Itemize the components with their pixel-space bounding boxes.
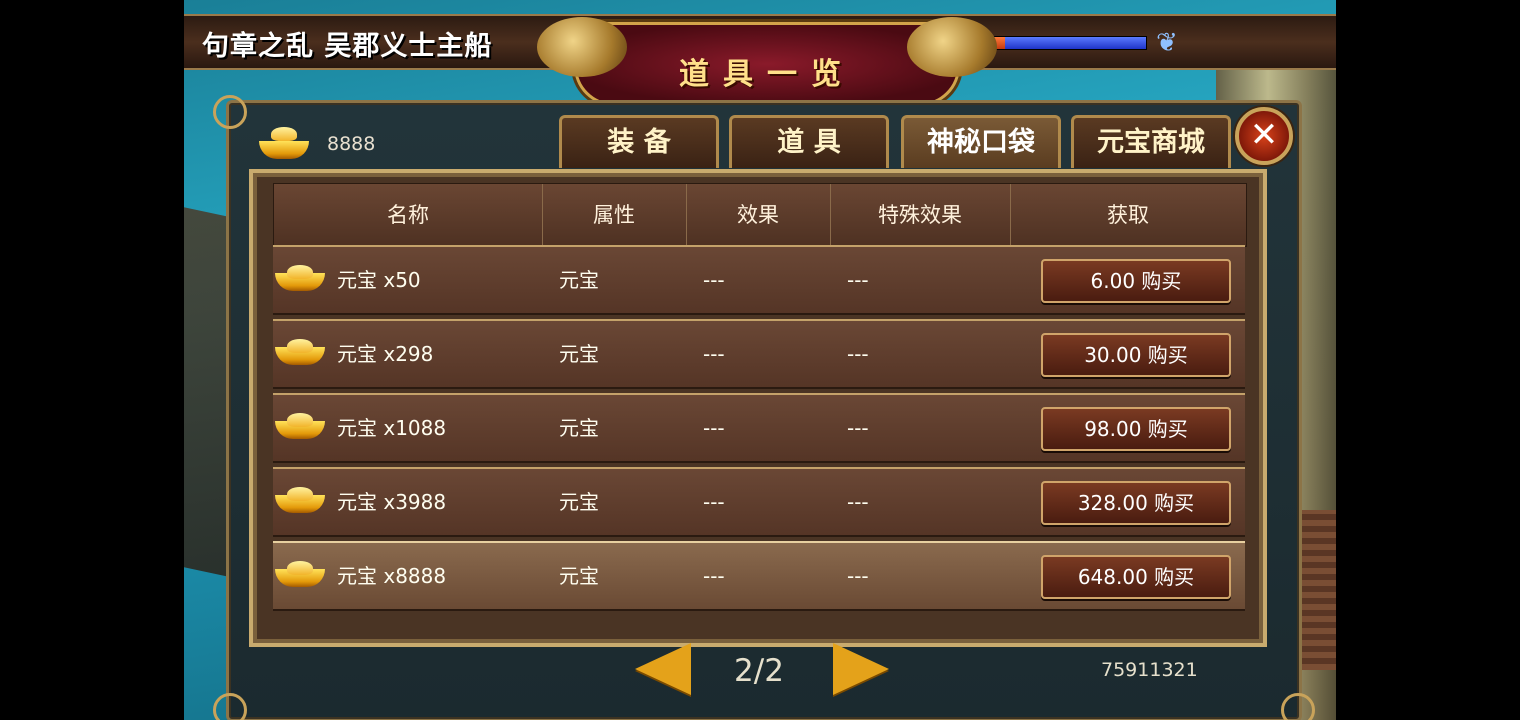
close-icon: ✕ <box>1249 115 1279 155</box>
item-effect: --- <box>703 564 725 588</box>
item-name: 元宝 x3988 <box>337 490 447 514</box>
table-row[interactable]: 元宝 x8888 元宝 --- --- 648.00 购买 <box>273 541 1245 611</box>
item-special-effect: --- <box>847 268 869 292</box>
title-plaque: 道具一览 <box>537 17 997 106</box>
close-button[interactable]: ✕ <box>1235 107 1293 165</box>
buy-button[interactable]: 30.00 购买 <box>1041 333 1231 377</box>
item-effect: --- <box>703 342 725 366</box>
table-row[interactable]: 元宝 x50 元宝 --- --- 6.00 购买 <box>273 245 1245 315</box>
player-id: 75911321 <box>1101 659 1198 681</box>
item-special-effect: --- <box>847 342 869 366</box>
wing-icon: ❦ <box>1156 28 1178 58</box>
tab-mystery-bag[interactable]: 神秘口袋 <box>901 115 1061 168</box>
item-table: 名称 属性 效果 特殊效果 获取 元宝 x50 元宝 --- --- 6.00 … <box>249 169 1267 647</box>
item-name: 元宝 x298 <box>337 342 434 366</box>
gold-ingot-icon <box>275 561 325 587</box>
gold-ingot-icon <box>259 127 317 159</box>
buy-button[interactable]: 6.00 购买 <box>1041 259 1231 303</box>
buy-button[interactable]: 328.00 购买 <box>1041 481 1231 525</box>
corner-ornament-icon <box>213 693 247 720</box>
item-attribute: 元宝 <box>559 342 599 366</box>
item-attribute: 元宝 <box>559 416 599 440</box>
tab-equipment[interactable]: 装 备 <box>559 115 719 168</box>
buy-button[interactable]: 98.00 购买 <box>1041 407 1231 451</box>
corner-ornament-icon <box>213 95 247 129</box>
game-screen: 句章之乱 吴郡义士主船 ❦ 道具一览 8888 装 备 道 具 神秘口袋 元宝商… <box>184 0 1336 720</box>
item-special-effect: --- <box>847 490 869 514</box>
panel-title: 道具一览 <box>679 57 855 92</box>
gold-ingot-icon <box>275 413 325 439</box>
prev-page-arrow-icon[interactable] <box>635 643 691 695</box>
gold-ingot-icon <box>275 339 325 365</box>
column-header-attribute: 属性 <box>542 184 687 246</box>
table-header: 名称 属性 效果 特殊效果 获取 <box>273 183 1247 247</box>
item-effect: --- <box>703 490 725 514</box>
corner-ornament-icon <box>1281 693 1315 720</box>
next-page-arrow-icon[interactable] <box>833 643 889 695</box>
buy-button[interactable]: 648.00 购买 <box>1041 555 1231 599</box>
item-attribute: 元宝 <box>559 490 599 514</box>
item-name: 元宝 x50 <box>337 268 421 292</box>
table-row[interactable]: 元宝 x3988 元宝 --- --- 328.00 购买 <box>273 467 1245 537</box>
table-row[interactable]: 元宝 x1088 元宝 --- --- 98.00 购买 <box>273 393 1245 463</box>
gold-amount: 8888 <box>327 133 376 155</box>
item-effect: --- <box>703 268 725 292</box>
health-bar-blue <box>1005 37 1146 49</box>
item-name: 元宝 x8888 <box>337 564 447 588</box>
column-header-name: 名称 <box>274 184 543 246</box>
page-indicator: 2/2 <box>734 653 784 689</box>
item-list-panel: 8888 装 备 道 具 神秘口袋 元宝商城 ✕ 名称 属性 效果 特殊效果 获… <box>213 95 1315 720</box>
item-attribute: 元宝 <box>559 268 599 292</box>
column-header-obtain: 获取 <box>1107 203 1149 227</box>
gold-ingot-icon <box>275 265 325 291</box>
stage-title: 句章之乱 吴郡义士主船 <box>202 31 493 62</box>
item-attribute: 元宝 <box>559 564 599 588</box>
column-header-special-effect: 特殊效果 <box>830 184 1011 246</box>
tab-gold-shop[interactable]: 元宝商城 <box>1071 115 1231 168</box>
item-special-effect: --- <box>847 564 869 588</box>
table-row[interactable]: 元宝 x298 元宝 --- --- 30.00 购买 <box>273 319 1245 389</box>
column-header-effect: 效果 <box>686 184 831 246</box>
tab-items[interactable]: 道 具 <box>729 115 889 168</box>
gold-ingot-icon <box>275 487 325 513</box>
item-effect: --- <box>703 416 725 440</box>
item-name: 元宝 x1088 <box>337 416 447 440</box>
item-special-effect: --- <box>847 416 869 440</box>
